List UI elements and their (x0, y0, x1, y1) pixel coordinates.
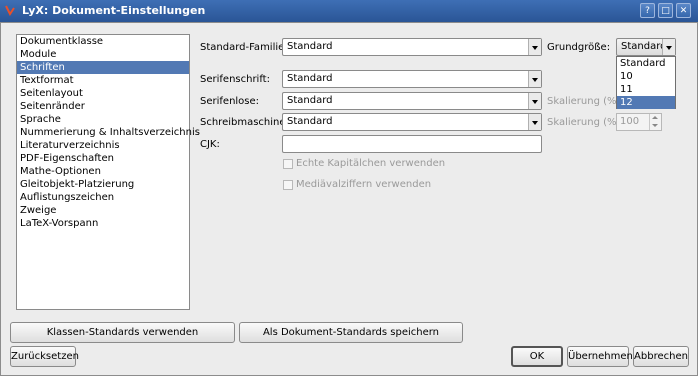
sidebar-item[interactable]: PDF-Eigenschaften (17, 152, 189, 165)
sans-scale-label: Skalierung (%): (547, 96, 624, 107)
typewriter-combo[interactable]: Standard (282, 113, 542, 131)
size-label: Grundgröße: (547, 42, 611, 53)
save-defaults-button[interactable]: Als Dokument-Standards speichern (239, 322, 463, 343)
window-title: LyX: Dokument-Einstellungen (22, 4, 206, 17)
roman-label: Serifenschrift: (200, 74, 270, 85)
chevron-down-icon (528, 114, 541, 130)
spin-down-icon[interactable] (649, 122, 661, 130)
sidebar-item[interactable]: Seitenlayout (17, 87, 189, 100)
sidebar-item[interactable]: Seitenränder (17, 100, 189, 113)
sidebar-item[interactable]: Gleitobjekt-Platzierung (17, 178, 189, 191)
chevron-down-icon (528, 93, 541, 109)
ok-button[interactable]: OK (511, 346, 563, 367)
sidebar-item[interactable]: Nummerierung & Inhaltsverzeichnis (17, 126, 200, 139)
cjk-label: CJK: (200, 139, 220, 150)
size-option[interactable]: Standard (617, 57, 675, 70)
settings-category-list[interactable]: Dokumentklasse Module Schriften Textformat S… (16, 34, 200, 310)
lyx-app-icon (5, 5, 15, 16)
roman-value: Standard (287, 73, 333, 84)
oldstyle-label: Mediävalziffern verwenden (296, 179, 432, 190)
title-bar: LyX: Dokument-Einstellungen ? □ ✕ (0, 0, 698, 22)
roman-combo[interactable]: Standard (282, 70, 542, 88)
sidebar-item[interactable]: Literaturverzeichnis (17, 139, 189, 152)
oldstyle-checkbox[interactable] (283, 180, 293, 190)
reset-button[interactable]: Zurücksetzen (10, 346, 79, 367)
family-label: Standard-Familie: (200, 42, 288, 53)
size-value: Standard (621, 41, 667, 52)
close-button[interactable]: ✕ (676, 3, 691, 18)
typewriter-label: Schreibmaschine: (200, 117, 289, 128)
chevron-down-icon (662, 39, 675, 55)
help-button[interactable]: ? (640, 3, 655, 18)
sans-combo[interactable]: Standard (282, 92, 542, 110)
spin-up-icon[interactable] (649, 114, 661, 122)
tt-scale-spinbox[interactable]: 100 (616, 113, 662, 131)
sidebar-item[interactable]: LaTeX-Vorspann (17, 217, 189, 230)
chevron-down-icon (528, 71, 541, 87)
size-combo[interactable]: Standard (616, 38, 676, 56)
sidebar-item[interactable]: Textformat (17, 74, 189, 87)
tt-scale-value: 100 (620, 116, 640, 127)
maximize-button[interactable]: □ (658, 3, 673, 18)
typewriter-value: Standard (287, 116, 333, 127)
size-option[interactable]: 12 (617, 96, 675, 109)
chevron-down-icon (528, 39, 541, 55)
class-defaults-button[interactable]: Klassen-Standards verwenden (10, 322, 235, 343)
smallcaps-checkbox[interactable] (283, 159, 293, 169)
sidebar-item[interactable]: Mathe-Optionen (17, 165, 189, 178)
sidebar-item[interactable]: Auflistungszeichen (17, 191, 189, 204)
cancel-button[interactable]: Abbrechen (633, 346, 689, 367)
sidebar-item[interactable]: Sprache (17, 113, 189, 126)
sidebar-item[interactable]: Dokumentklasse (17, 35, 189, 48)
sans-label: Serifenlose: (200, 96, 260, 107)
family-combo[interactable]: Standard (282, 38, 542, 56)
cjk-input[interactable] (282, 135, 542, 153)
tt-scale-label: Skalierung (%): (547, 117, 624, 128)
size-option[interactable]: 10 (617, 70, 675, 83)
smallcaps-label: Echte Kapitälchen verwenden (296, 158, 446, 169)
family-value: Standard (287, 41, 333, 52)
apply-button[interactable]: Übernehmen (567, 346, 633, 367)
sidebar-item[interactable]: Schriften (17, 61, 189, 74)
size-option[interactable]: 11 (617, 83, 675, 96)
size-dropdown-list[interactable]: Standard 10 11 12 (616, 56, 676, 109)
sans-value: Standard (287, 95, 333, 106)
sidebar-item[interactable]: Module (17, 48, 189, 61)
sidebar-item[interactable]: Zweige (17, 204, 189, 217)
